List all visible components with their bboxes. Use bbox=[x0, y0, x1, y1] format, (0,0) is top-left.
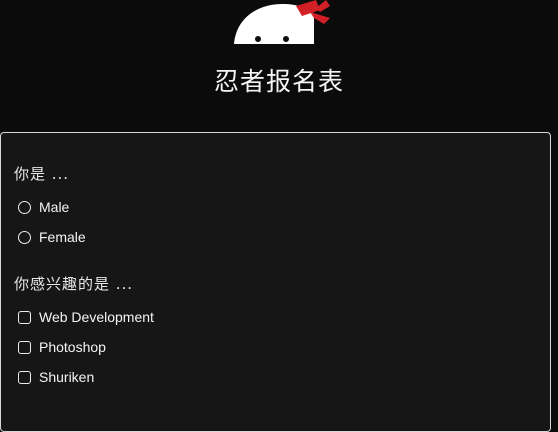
page-header: 忍者报名表 bbox=[0, 0, 558, 132]
web-development-label: Web Development bbox=[39, 309, 154, 325]
interests-question-label: 你感兴趣的是 ... bbox=[14, 275, 134, 293]
interest-option-web-development[interactable]: Web Development bbox=[18, 307, 154, 327]
gender-option-male[interactable]: Male bbox=[18, 197, 69, 217]
male-label: Male bbox=[39, 199, 70, 215]
male-radio[interactable] bbox=[18, 200, 31, 214]
shuriken-label: Shuriken bbox=[39, 369, 95, 385]
interest-option-photoshop[interactable]: Photoshop bbox=[18, 337, 106, 357]
gender-option-female[interactable]: Female bbox=[18, 227, 86, 247]
photoshop-label: Photoshop bbox=[39, 339, 106, 355]
ninja-head-icon bbox=[234, 0, 330, 44]
photoshop-checkbox[interactable] bbox=[18, 340, 31, 354]
interest-option-shuriken[interactable]: Shuriken bbox=[18, 367, 94, 387]
gender-question-label: 你是 ... bbox=[14, 165, 70, 183]
female-label: Female bbox=[39, 229, 86, 245]
female-radio[interactable] bbox=[18, 230, 31, 244]
web-development-checkbox[interactable] bbox=[18, 310, 31, 324]
signup-form: 你是 ... Male Female 你感兴趣的是 ... Web Develo… bbox=[0, 132, 551, 432]
shuriken-checkbox[interactable] bbox=[18, 370, 31, 384]
page-title: 忍者报名表 bbox=[213, 67, 344, 96]
